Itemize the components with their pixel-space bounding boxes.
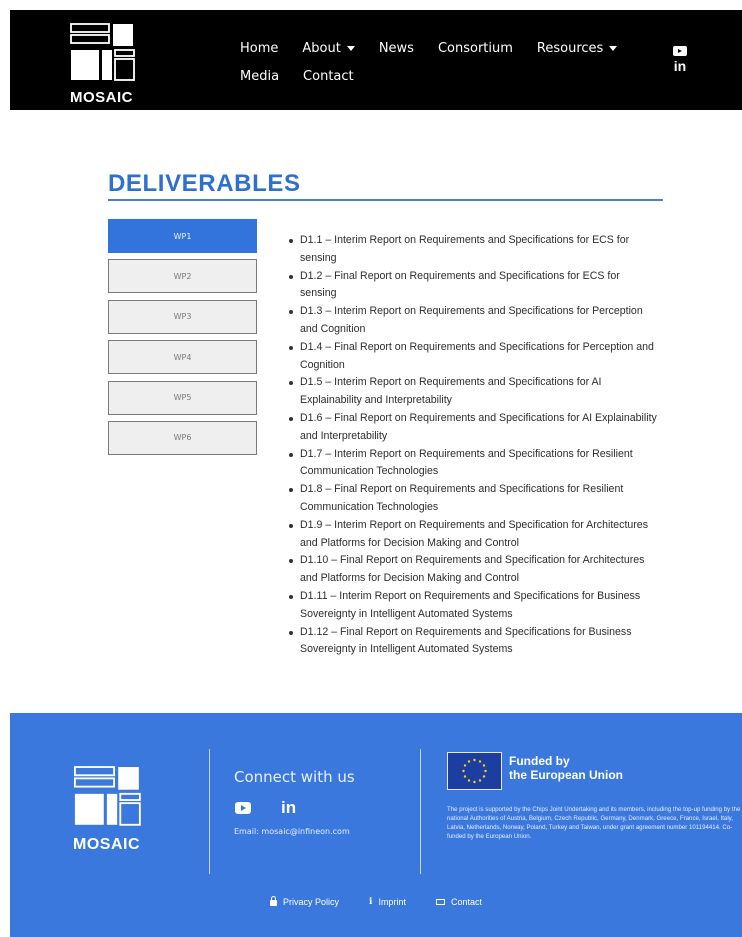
eu-flag-icon	[447, 752, 502, 790]
nav-label: Home	[240, 40, 279, 56]
eu-funded-line1: Funded by	[509, 754, 570, 768]
header-social: in	[672, 46, 688, 73]
page-title: DELIVERABLES	[108, 170, 301, 197]
deliverable-text: D1.8 – Final Report on Requirements and …	[300, 483, 624, 513]
nav-item-contact[interactable]: Contact	[303, 69, 354, 84]
nav-label: Consortium	[437, 40, 513, 56]
bullet-icon	[289, 523, 293, 528]
list-item: D1.10 – Final Report on Requirements and…	[286, 552, 658, 588]
privacy-policy-link[interactable]: Privacy Policy	[270, 895, 340, 907]
mosaic-logo-icon	[73, 766, 141, 826]
deliverable-text: D1.2 – Final Report on Requirements and …	[300, 269, 620, 300]
footer-divider	[420, 749, 421, 874]
lock-icon	[270, 895, 277, 906]
list-item: D1.1 – Interim Report on Requirements an…	[286, 232, 658, 268]
chevron-down-icon	[609, 45, 618, 51]
logo-wordmark: MOSAIC	[73, 836, 140, 853]
contact-email[interactable]: Email: mosaic@infineon.com	[234, 827, 350, 836]
bullet-icon	[289, 345, 293, 350]
bullet-icon	[289, 274, 293, 279]
deliverable-text: D1.10 – Final Report on Requirements and…	[300, 554, 645, 585]
list-item: D1.5 – Interim Report on Requirements an…	[286, 374, 658, 410]
site-footer: MOSAIC Connect with us in Email: mosaic@…	[10, 713, 742, 937]
wp-tab-list: WP1 WP2 WP3 WP4 WP5 WP6	[108, 219, 257, 461]
mail-icon	[435, 898, 445, 905]
list-item: D1.3 – Interim Report on Requirements an…	[286, 303, 658, 339]
contact-link[interactable]: Contact	[435, 896, 482, 907]
bullet-icon	[289, 559, 293, 564]
bullet-icon	[289, 381, 293, 386]
footer-divider	[209, 749, 210, 874]
main-nav: Home About News Consortium Resources Med…	[240, 37, 660, 93]
bullet-icon	[289, 594, 293, 599]
nav-row-1: Home About News Consortium Resources	[240, 37, 660, 59]
list-item: D1.8 – Final Report on Requirements and …	[286, 481, 658, 517]
tab-wp2[interactable]: WP2	[108, 259, 257, 294]
tab-wp1[interactable]: WP1	[108, 219, 257, 253]
nav-item-resources[interactable]: Resources	[536, 40, 618, 56]
eu-funding-statement: The project is supported by the Chips Jo…	[447, 806, 741, 840]
nav-row-2: Media Contact	[240, 65, 660, 87]
footer-links: Privacy Policy ℹ Imprint Contact	[270, 895, 512, 907]
deliverable-text: D1.6 – Final Report on Requirements and …	[300, 411, 657, 442]
logo-wordmark: MOSAIC	[70, 89, 133, 106]
deliverable-text: D1.5 – Interim Report on Requirements an…	[300, 376, 602, 407]
eu-funded-label: Funded by the European Union	[509, 754, 709, 782]
footer-social: in	[235, 798, 296, 818]
link-label: Imprint	[378, 896, 406, 907]
info-icon: ℹ	[369, 896, 373, 906]
tab-wp5[interactable]: WP5	[108, 380, 257, 415]
nav-label: News	[378, 40, 414, 56]
list-item: D1.11 – Interim Report on Requirements a…	[286, 588, 658, 624]
bullet-icon	[289, 310, 293, 315]
list-item: D1.7 – Interim Report on Requirements an…	[286, 446, 658, 482]
bullet-icon	[289, 452, 293, 457]
list-item: D1.6 – Final Report on Requirements and …	[286, 410, 658, 446]
bullet-icon	[289, 416, 293, 421]
youtube-icon[interactable]	[235, 802, 251, 814]
connect-heading: Connect with us	[234, 768, 355, 786]
list-item: D1.9 – Interim Report on Requirements an…	[286, 517, 658, 553]
bullet-icon	[289, 239, 293, 243]
deliverable-text: D1.11 – Interim Report on Requirements a…	[300, 589, 641, 620]
list-item: D1.12 – Final Report on Requirements and…	[286, 624, 658, 660]
link-label: Privacy Policy	[283, 896, 340, 907]
bullet-icon	[289, 630, 293, 635]
nav-item-home[interactable]: Home	[240, 41, 278, 56]
list-item: D1.4 – Final Report on Requirements and …	[286, 339, 658, 375]
deliverable-text: D1.7 – Interim Report on Requirements an…	[300, 447, 633, 478]
nav-label: Resources	[536, 40, 604, 56]
header-logo[interactable]: MOSAIC	[70, 23, 142, 106]
linkedin-icon[interactable]: in	[672, 59, 688, 73]
tab-wp6[interactable]: WP6	[108, 420, 257, 455]
imprint-link[interactable]: ℹ Imprint	[369, 896, 406, 907]
page: MOSAIC Home About News Consortium Resour…	[0, 0, 742, 937]
nav-item-consortium[interactable]: Consortium	[438, 41, 513, 56]
mosaic-logo-icon	[70, 23, 135, 81]
nav-label: Contact	[303, 68, 354, 84]
link-label: Contact	[450, 896, 482, 907]
deliverable-text: D1.4 – Final Report on Requirements and …	[300, 340, 654, 371]
tab-wp4[interactable]: WP4	[108, 340, 257, 375]
nav-label: About	[302, 40, 341, 56]
site-header: MOSAIC Home About News Consortium Resour…	[10, 10, 742, 110]
nav-item-about[interactable]: About	[302, 40, 355, 56]
deliverable-text: D1.12 – Final Report on Requirements and…	[300, 625, 632, 656]
deliverables-list: D1.1 – Interim Report on Requirements an…	[286, 232, 658, 659]
linkedin-icon[interactable]: in	[281, 798, 296, 818]
eu-funded-line2: the European Union	[509, 768, 623, 782]
title-divider	[108, 199, 663, 201]
nav-item-media[interactable]: Media	[240, 69, 279, 84]
list-item: D1.2 – Final Report on Requirements and …	[286, 268, 658, 304]
nav-label: Media	[240, 68, 280, 84]
bullet-icon	[289, 488, 293, 493]
nav-item-news[interactable]: News	[379, 41, 414, 56]
deliverable-text: D1.1 – Interim Report on Requirements an…	[300, 234, 630, 264]
tab-wp3[interactable]: WP3	[108, 299, 257, 334]
deliverable-text: D1.3 – Interim Report on Requirements an…	[300, 305, 643, 335]
deliverable-text: D1.9 – Interim Report on Requirements an…	[300, 518, 649, 549]
chevron-down-icon	[346, 45, 355, 51]
youtube-icon[interactable]	[673, 46, 687, 56]
footer-logo[interactable]: MOSAIC	[73, 766, 149, 853]
